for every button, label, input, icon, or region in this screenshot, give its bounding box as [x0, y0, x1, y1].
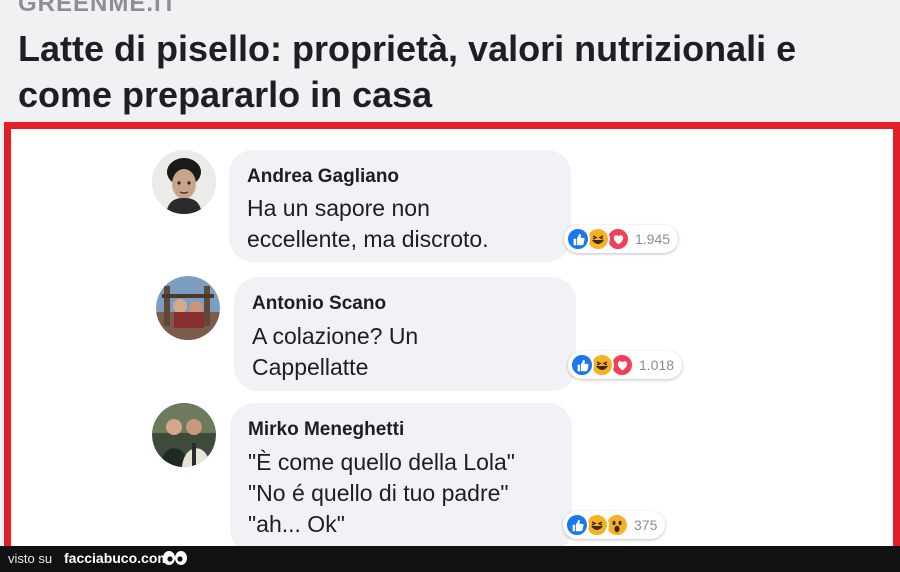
- comment-text-line: "ah... Ok": [248, 511, 345, 537]
- comment-text-line: "No é quello di tuo padre": [248, 480, 509, 506]
- source-label: GREENME.IT: [18, 0, 178, 17]
- footer-site-name[interactable]: facciabuco.com: [64, 550, 170, 566]
- watermark-footer: visto su facciabuco.com: [0, 546, 900, 572]
- avatar[interactable]: [152, 403, 216, 467]
- comment-text-line: "È come quello della Lola": [248, 449, 515, 475]
- article-header: GREENME.IT Latte di pisello: proprietà, …: [0, 0, 900, 122]
- headline-line-1: Latte di pisello: proprietà, valori nutr…: [18, 28, 797, 69]
- comment-mirko: Mirko Meneghetti "È come quello della Lo…: [11, 129, 893, 553]
- comment-bubble: Mirko Meneghetti "È come quello della Lo…: [230, 403, 572, 553]
- reactions-summary[interactable]: 375: [563, 511, 666, 539]
- comments-highlight-frame: Andrea Gagliano Ha un sapore non eccelle…: [4, 122, 900, 553]
- article-headline[interactable]: Latte di pisello: proprietà, valori nutr…: [18, 26, 888, 118]
- comment-author[interactable]: Mirko Meneghetti: [248, 419, 404, 441]
- headline-line-2: come prepararlo in casa: [18, 74, 433, 115]
- eyes-icon: [162, 549, 188, 572]
- like-icon: [570, 353, 594, 377]
- avatar-photo-icon: [152, 403, 216, 467]
- reaction-count: 375: [634, 517, 658, 533]
- footer-visto-su: visto su: [8, 551, 53, 566]
- like-icon: [565, 513, 589, 537]
- like-icon: [566, 227, 590, 251]
- comment-text: "È come quello della Lola" "No é quello …: [248, 447, 515, 540]
